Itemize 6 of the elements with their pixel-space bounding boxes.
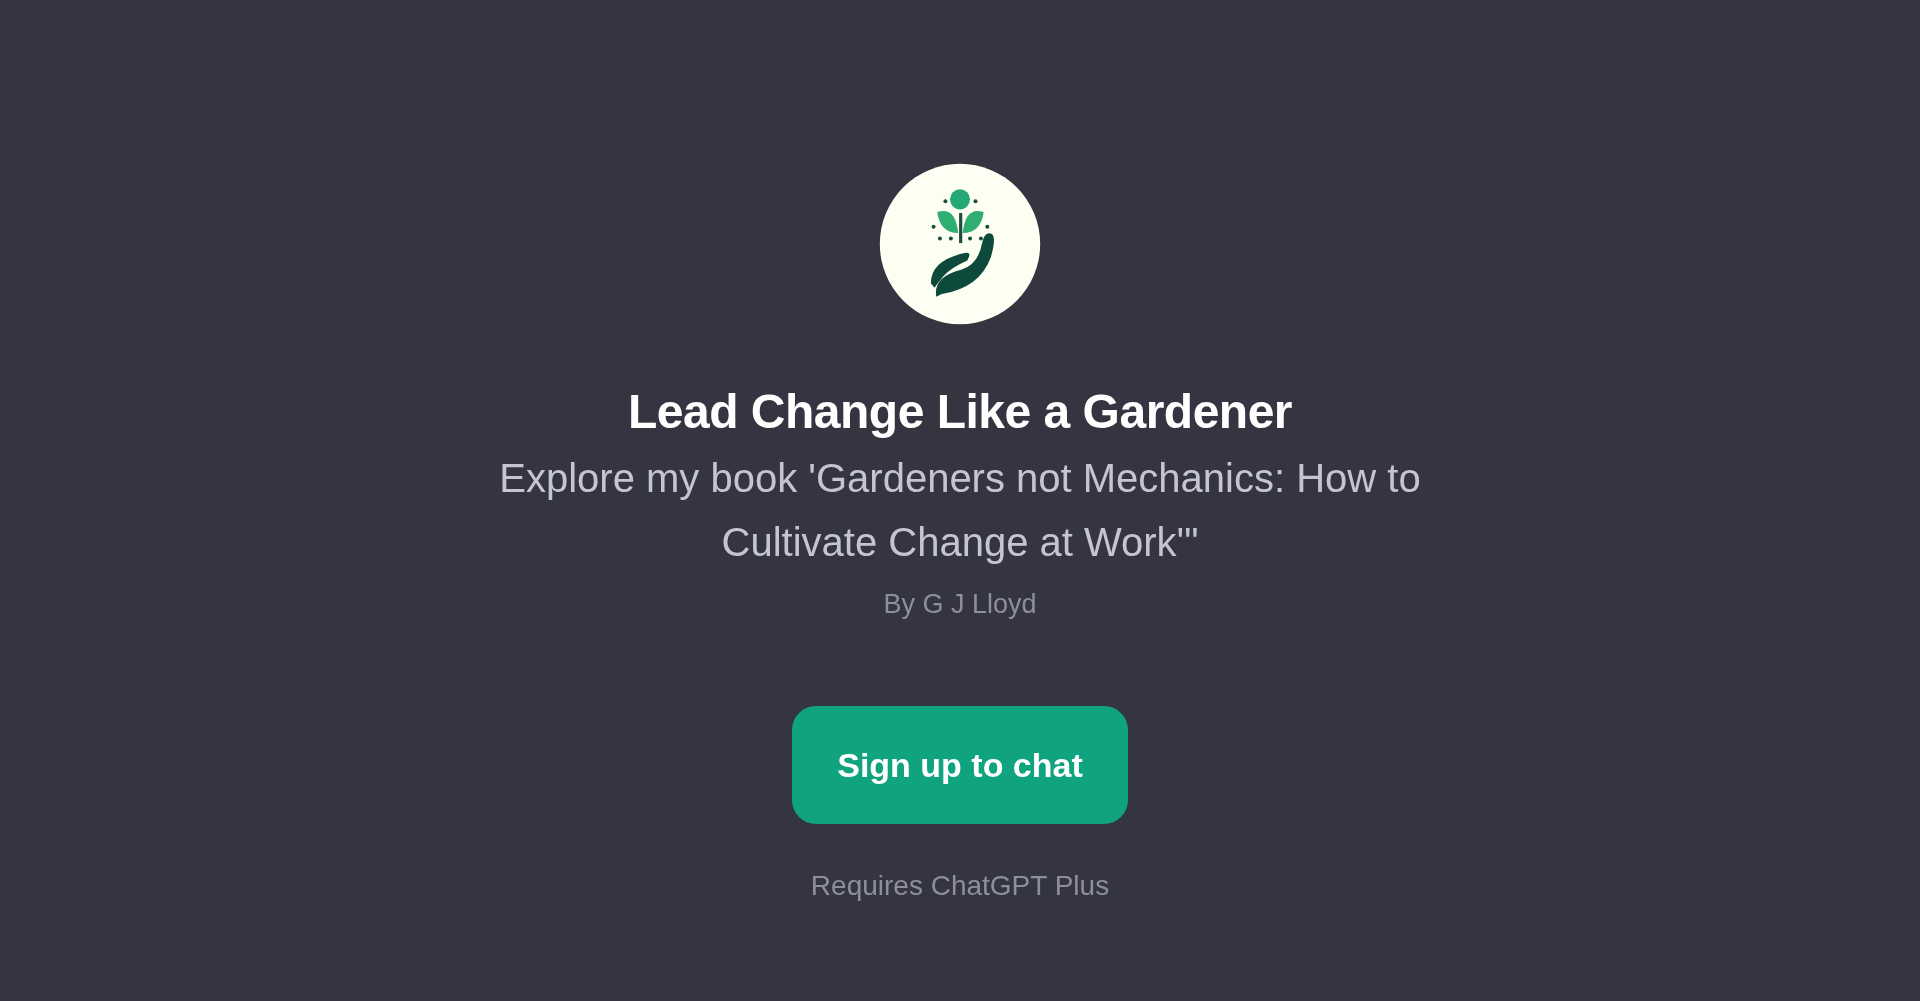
gpt-description: Explore my book 'Gardeners not Mechanics: How to Cultivate Change at Work'" — [498, 455, 1422, 566]
signup-button[interactable]: Sign up to chat — [792, 706, 1128, 824]
logo-icon — [878, 162, 1042, 326]
requirement-note: Requires ChatGPT Plus — [810, 869, 1110, 903]
author-text: By G J Lloyd — [883, 588, 1037, 621]
gpt-title: Lead Change Like a Gardener — [627, 384, 1293, 440]
